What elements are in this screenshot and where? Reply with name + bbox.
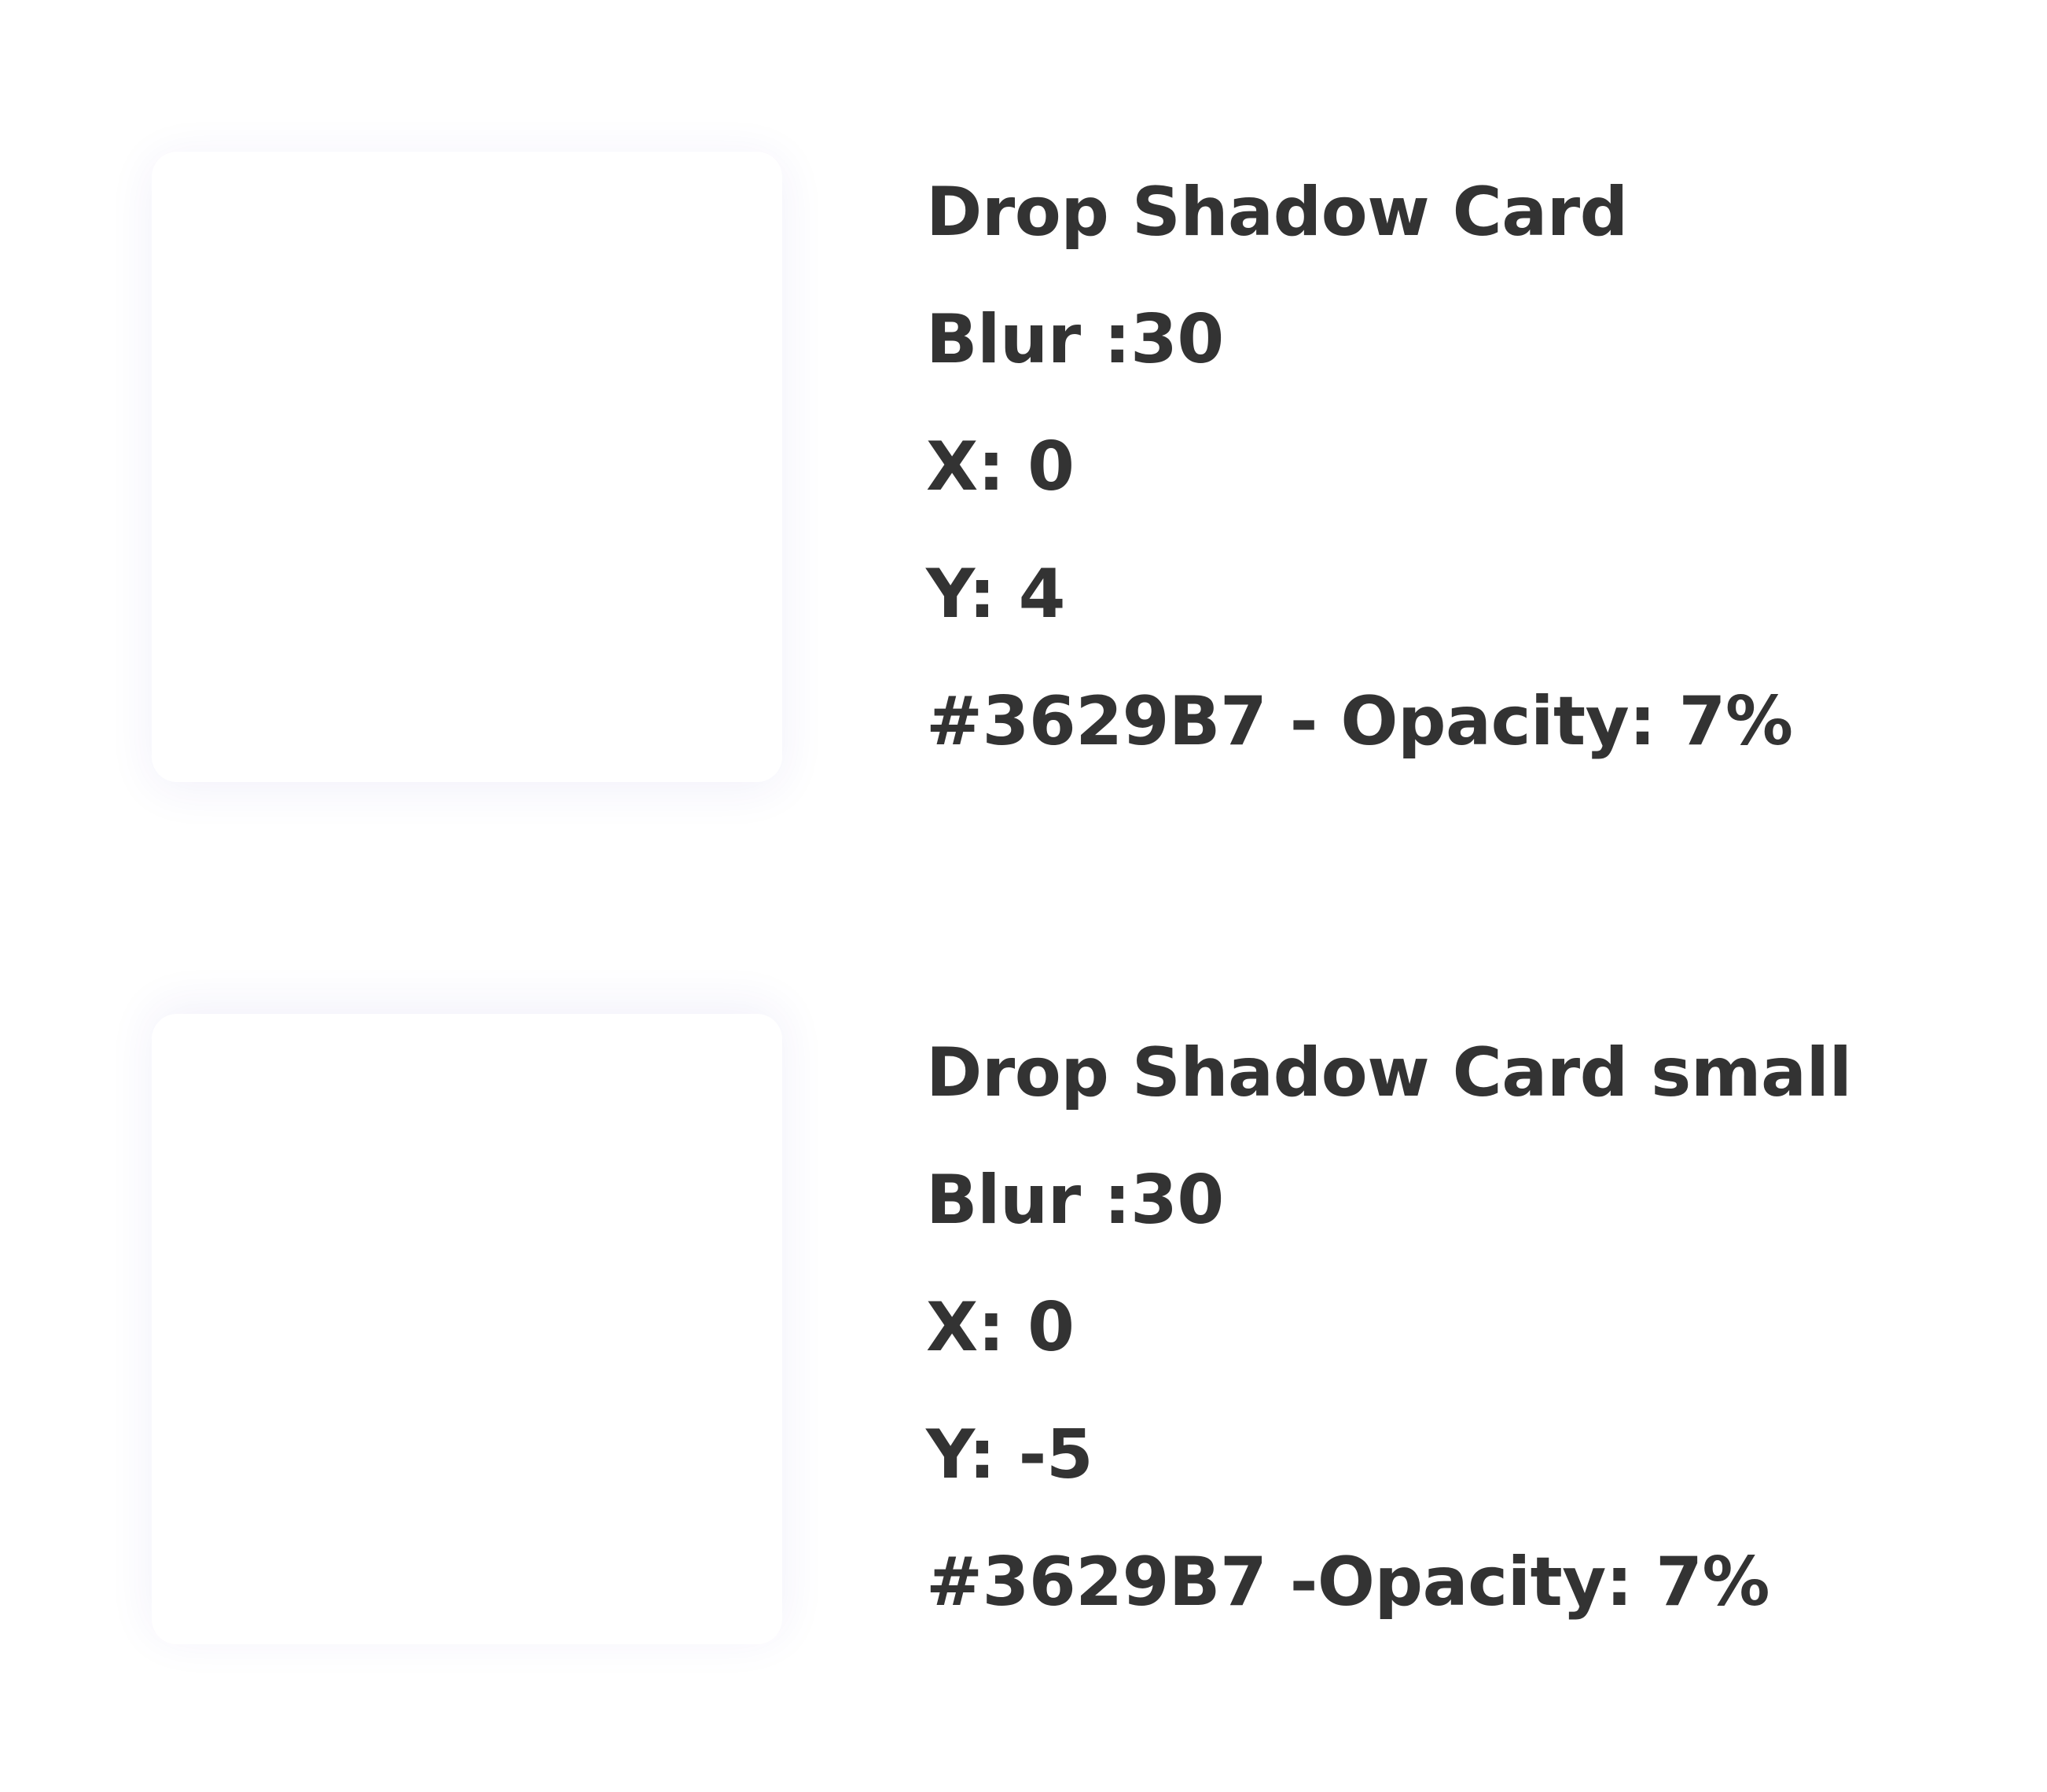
spec-blur: Blur :30 [926,300,1224,379]
spec-x-offset: X: 0 [926,1288,1075,1367]
drop-shadow-card-preview [152,152,782,782]
spec-color-opacity: #3629B7 -Opacity: 7% [926,1543,1770,1621]
spec-title: Drop Shadow Card [926,173,1628,252]
spec-title: Drop Shadow Card small [926,1034,1852,1112]
spec-y-offset: Y: -5 [926,1416,1093,1494]
spec-blur: Blur :30 [926,1161,1224,1239]
spec-x-offset: X: 0 [926,428,1075,506]
drop-shadow-card-specs: Drop Shadow Card Blur :30 X: 0 Y: 4 #362… [926,165,1793,802]
spec-y-offset: Y: 4 [926,555,1065,633]
drop-shadow-card-small-specs: Drop Shadow Card small Blur :30 X: 0 Y: … [926,1026,1852,1662]
drop-shadow-card-small-preview [152,1014,782,1644]
spec-color-opacity: #3629B7 - Opacity: 7% [926,682,1793,761]
